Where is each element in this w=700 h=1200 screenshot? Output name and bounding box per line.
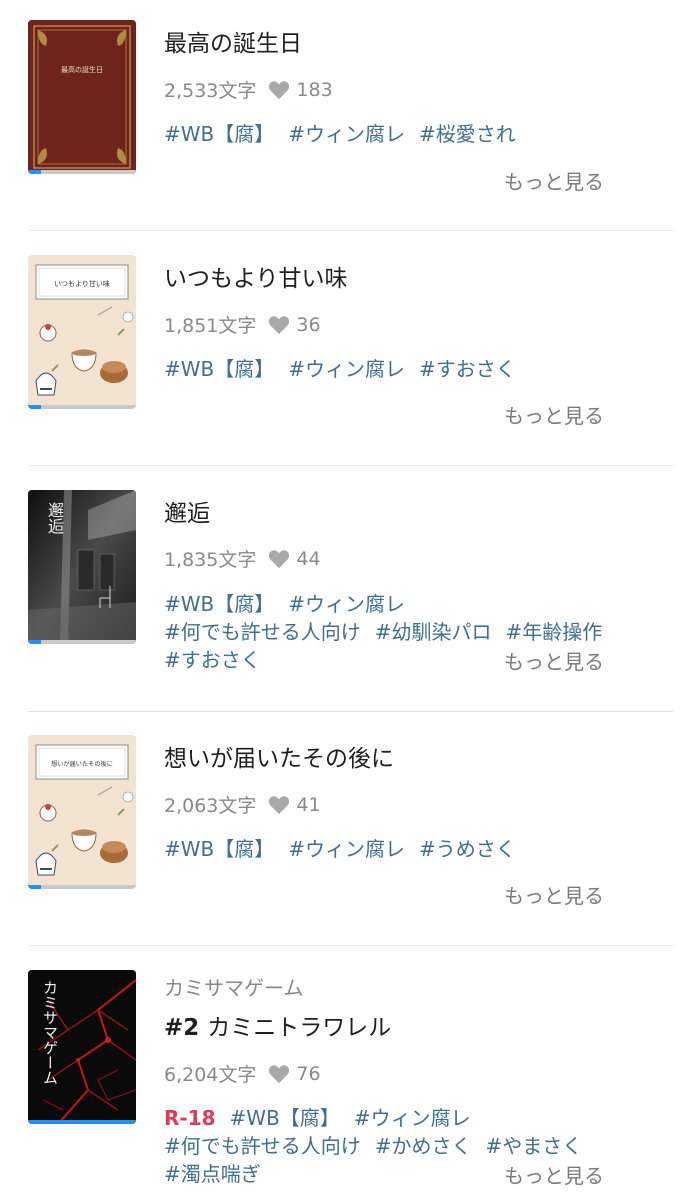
tag-link[interactable]: #何でも許せる人向け — [164, 620, 361, 644]
work-title[interactable]: 邂逅 — [164, 494, 210, 528]
read-progress-bar — [28, 1120, 136, 1124]
work-title-text: 最高の誕生日 — [164, 31, 302, 57]
tag-link[interactable]: #WB【腐】 — [164, 357, 274, 381]
cover-art: 想いが届いたその後に — [28, 735, 136, 889]
tag-link[interactable]: #ウィン腐レ — [288, 592, 405, 616]
tag-link[interactable]: #WB【腐】 — [164, 122, 274, 146]
cover-art: 最高の誕生日 — [28, 20, 136, 174]
cover-title: カミサマゲーム — [41, 980, 59, 1085]
tag-link[interactable]: #うめさく — [419, 837, 516, 861]
episode-number: #2 — [164, 1015, 200, 1041]
heart-icon[interactable] — [268, 795, 290, 815]
read-progress-fill — [28, 1120, 136, 1124]
tag-link[interactable]: #すおさく — [419, 357, 516, 381]
divider — [28, 465, 673, 466]
heart-icon[interactable] — [268, 80, 290, 100]
cover-title: いつもより甘い味 — [54, 279, 110, 288]
work-title-text: 想いが届いたその後に — [164, 746, 394, 772]
tag-link[interactable]: #ウィン腐レ — [354, 1106, 471, 1130]
like-count: 36 — [296, 313, 321, 336]
divider — [28, 945, 673, 946]
like-count: 44 — [296, 547, 321, 570]
char-count: 1,835文字 — [164, 549, 257, 571]
show-more-button[interactable]: もっと見る — [504, 400, 604, 429]
work-meta: 2,533文字 183 — [164, 76, 333, 103]
tag-link[interactable]: #ウィン腐レ — [288, 837, 405, 861]
work-title[interactable]: #2 カミニトラワレル — [164, 1008, 391, 1042]
divider — [28, 711, 673, 712]
char-count: 6,204文字 — [164, 1064, 257, 1086]
work-title[interactable]: 想いが届いたその後に — [164, 739, 394, 773]
tag-link[interactable]: #桜愛され — [419, 122, 516, 146]
series-title[interactable]: カミサマゲーム — [164, 972, 303, 1001]
cover-image[interactable]: カミサマゲーム — [28, 970, 136, 1124]
cover-art: いつもより甘い味 — [28, 255, 136, 409]
cover-title: 邂逅 — [45, 502, 64, 534]
tag-link[interactable]: #WB【腐】 — [164, 837, 274, 861]
read-progress-bar — [28, 640, 136, 644]
show-more-button[interactable]: もっと見る — [504, 1160, 604, 1189]
like-count: 183 — [296, 78, 333, 101]
char-count: 2,063文字 — [164, 795, 257, 817]
work-title[interactable]: 最高の誕生日 — [164, 24, 302, 58]
cover-image[interactable]: 想いが届いたその後に — [28, 735, 136, 889]
tag-list: #WB【腐】 #ウィン腐レ #桜愛され — [164, 120, 619, 148]
tag-link[interactable]: #やまさく — [486, 1134, 583, 1158]
tag-link[interactable]: #すおさく — [164, 648, 261, 672]
tag-list: #WB【腐】 #ウィン腐レ #うめさく — [164, 835, 619, 863]
work-meta: 1,851文字 36 — [164, 311, 321, 338]
tag-link[interactable]: #幼馴染パロ — [375, 620, 492, 644]
work-title-text: カミニトラワレル — [207, 1015, 392, 1041]
read-progress-fill — [28, 170, 41, 174]
cover-title: 想いが届いたその後に — [51, 760, 113, 768]
tag-link[interactable]: #WB【腐】 — [164, 592, 274, 616]
heart-icon[interactable] — [268, 315, 290, 335]
tag-list: #WB【腐】 #ウィン腐レ #すおさく — [164, 355, 619, 383]
tag-link[interactable]: #年齢操作 — [506, 620, 603, 644]
cover-image[interactable]: いつもより甘い味 — [28, 255, 136, 409]
divider — [28, 230, 673, 231]
tag-link[interactable]: #濁点喘ぎ — [164, 1162, 261, 1186]
read-progress-bar — [28, 405, 136, 409]
work-meta: 6,204文字 76 — [164, 1060, 321, 1087]
like-count: 76 — [296, 1062, 321, 1085]
cover-image[interactable]: 邂逅 — [28, 490, 136, 644]
char-count: 1,851文字 — [164, 315, 257, 337]
read-progress-bar — [28, 885, 136, 889]
heart-icon[interactable] — [268, 1064, 290, 1084]
char-count: 2,533文字 — [164, 80, 257, 102]
like-count: 41 — [296, 793, 321, 816]
read-progress-bar — [28, 170, 136, 174]
show-more-button[interactable]: もっと見る — [504, 880, 604, 909]
work-meta: 2,063文字 41 — [164, 791, 321, 818]
tag-link[interactable]: #何でも許せる人向け — [164, 1134, 361, 1158]
work-title[interactable]: いつもより甘い味 — [164, 259, 348, 293]
tag-link[interactable]: #WB【腐】 — [230, 1106, 340, 1130]
read-progress-fill — [28, 885, 41, 889]
work-meta: 1,835文字 44 — [164, 545, 321, 572]
show-more-button[interactable]: もっと見る — [504, 166, 604, 195]
tag-link[interactable]: #かめさく — [375, 1134, 472, 1158]
work-title-text: 邂逅 — [164, 501, 210, 527]
rating-badge: R-18 — [164, 1106, 216, 1130]
tag-link[interactable]: #ウィン腐レ — [288, 122, 405, 146]
tag-link[interactable]: #ウィン腐レ — [288, 357, 405, 381]
read-progress-fill — [28, 640, 41, 644]
cover-title: 最高の誕生日 — [61, 65, 103, 74]
work-title-text: いつもより甘い味 — [164, 266, 348, 292]
cover-image[interactable]: 最高の誕生日 — [28, 20, 136, 174]
show-more-button[interactable]: もっと見る — [504, 646, 604, 675]
read-progress-fill — [28, 405, 41, 409]
heart-icon[interactable] — [268, 549, 290, 569]
